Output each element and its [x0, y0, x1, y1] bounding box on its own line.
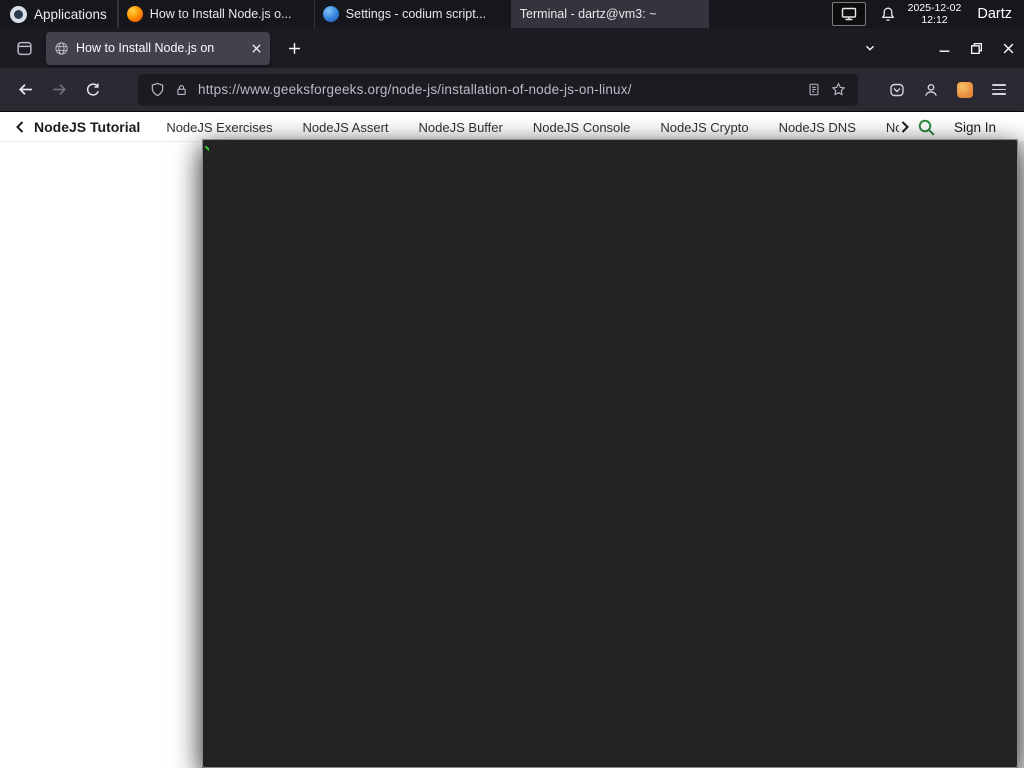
site-nav-link[interactable]: Node	[886, 120, 899, 135]
url-bar[interactable]: https://www.geeksforgeeks.org/node-js/in…	[138, 73, 858, 106]
extension-icon[interactable]	[948, 73, 982, 107]
clock[interactable]: 2025-12-02 12:12	[908, 2, 962, 26]
clock-time: 12:12	[921, 14, 948, 26]
applications-label: Applications	[34, 6, 107, 22]
applications-menu-button[interactable]: Applications	[0, 0, 117, 28]
lock-icon[interactable]	[175, 83, 188, 97]
site-nav-link[interactable]: NodeJS Console	[533, 120, 631, 135]
taskbar-window-button[interactable]: How to Install Node.js o...	[117, 0, 315, 28]
firefox-icon	[126, 6, 143, 22]
tab-bar: How to Install Node.js on	[0, 28, 1024, 68]
taskbar-window-title: Settings - codium script...	[345, 7, 487, 21]
new-tab-button[interactable]	[280, 34, 308, 62]
desktop: Applications How to Install Node.js o...…	[0, 0, 1024, 768]
globe-icon	[54, 41, 69, 56]
window-restore-button[interactable]	[960, 28, 992, 68]
account-icon[interactable]	[914, 73, 948, 107]
firefox-view-button[interactable]	[10, 34, 38, 62]
user-label: Dartz	[977, 6, 1012, 22]
pocket-icon[interactable]	[880, 73, 914, 107]
tracking-shield-icon[interactable]	[150, 82, 165, 97]
sign-in-button[interactable]: Sign In	[954, 120, 996, 135]
list-tabs-chevron-icon[interactable]	[854, 28, 886, 68]
bookmark-star-icon[interactable]	[831, 82, 846, 97]
site-nav-link[interactable]: NodeJS Crypto	[660, 120, 748, 135]
window-minimize-button[interactable]	[928, 28, 960, 68]
chevron-right-icon[interactable]	[899, 120, 911, 134]
browser-tab[interactable]: How to Install Node.js on	[46, 31, 270, 65]
site-nav-link[interactable]: NodeJS Assert	[303, 120, 389, 135]
url-text: https://www.geeksforgeeks.org/node-js/in…	[198, 82, 632, 97]
site-nav-link[interactable]: NodeJS Buffer	[419, 120, 503, 135]
taskbar: Applications How to Install Node.js o...…	[0, 0, 1024, 768]
site-header: NodeJS Tutorial NodeJS Exercises NodeJS A…	[0, 113, 1024, 142]
reader-mode-icon[interactable]	[807, 82, 821, 97]
codium-icon	[322, 6, 339, 22]
chevron-left-icon[interactable]	[14, 120, 26, 134]
page-scrollbar[interactable]	[1017, 142, 1024, 768]
navigation-toolbar: https://www.geeksforgeeks.org/node-js/in…	[0, 68, 1024, 112]
notifications-bell-icon[interactable]	[880, 6, 896, 22]
back-button[interactable]	[8, 73, 42, 107]
reload-button[interactable]	[76, 73, 110, 107]
site-nav-link[interactable]: NodeJS DNS	[779, 120, 856, 135]
tab-title: How to Install Node.js on	[76, 41, 215, 55]
clock-date: 2025-12-02	[907, 2, 962, 14]
tab-close-icon[interactable]	[251, 43, 262, 54]
taskbar-window-title: Terminal - dartz@vm3: ~	[519, 7, 657, 21]
tray-display-icon[interactable]	[831, 2, 866, 26]
site-nav-link[interactable]: NodeJS Exercises	[166, 120, 272, 135]
taskbar-windows: How to Install Node.js o... Settings - co…	[117, 0, 1018, 768]
applications-icon	[10, 5, 27, 23]
taskbar-window-button[interactable]: Terminal - dartz@vm3: ~	[202, 0, 1018, 768]
taskbar-window-button[interactable]: Settings - codium script...	[315, 0, 512, 28]
window-close-button[interactable]	[992, 28, 1024, 68]
menu-icon[interactable]	[982, 73, 1016, 107]
search-icon[interactable]	[917, 118, 936, 137]
taskbar-window-title: How to Install Node.js o...	[149, 7, 292, 21]
site-nav-active[interactable]: NodeJS Tutorial	[34, 119, 140, 135]
forward-button[interactable]	[42, 73, 76, 107]
site-nav-links: NodeJS Exercises NodeJS Assert NodeJS Buff…	[166, 120, 899, 135]
